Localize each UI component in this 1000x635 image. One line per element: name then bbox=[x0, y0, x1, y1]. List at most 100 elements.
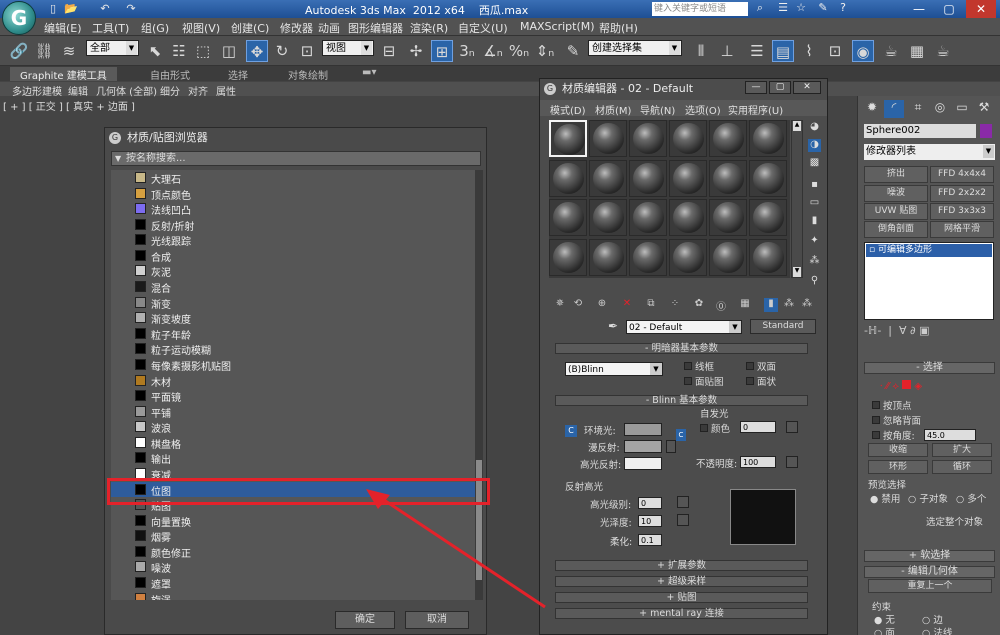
sample-slot[interactable] bbox=[549, 159, 587, 197]
loop-button[interactable]: 循环 bbox=[932, 460, 992, 474]
grow-button[interactable]: 扩大 bbox=[932, 443, 992, 457]
menu-help[interactable]: 帮助(H) bbox=[599, 20, 638, 36]
tab-selection[interactable]: 选择 bbox=[228, 67, 248, 82]
mod-ffd333-button[interactable]: FFD 3x3x3 bbox=[930, 203, 994, 220]
menu-tools[interactable]: 工具(T) bbox=[92, 20, 129, 36]
rendered-frame-icon[interactable]: ▦ bbox=[906, 40, 928, 62]
window-crossing-icon[interactable]: ◫ bbox=[218, 40, 240, 62]
mod-uvw-button[interactable]: UVW 贴图 bbox=[864, 203, 928, 220]
me-menu-modes[interactable]: 模式(D) bbox=[550, 102, 586, 117]
me-minimize-button[interactable]: — bbox=[745, 81, 767, 94]
hierarchy-tab-icon[interactable]: ⌗ bbox=[908, 100, 928, 118]
gloss-spinner[interactable]: 10 bbox=[638, 515, 662, 527]
subobject-level-icons[interactable]: ⸱ ⁄⁄ ⟡ ◈ bbox=[880, 378, 980, 392]
schematic-view-icon[interactable]: ⊡ bbox=[824, 40, 846, 62]
angle-snap-icon[interactable]: ∡ₙ bbox=[482, 40, 504, 62]
render-setup-icon[interactable]: ☕ bbox=[880, 40, 902, 62]
material-type-button[interactable]: Standard bbox=[750, 319, 816, 334]
open-file-icon[interactable]: 📂 bbox=[62, 2, 80, 16]
options-triangle-icon[interactable]: ▼ bbox=[115, 152, 121, 165]
preview-disabled-radio[interactable]: ● 禁用 bbox=[870, 491, 900, 505]
menu-customize[interactable]: 自定义(U) bbox=[458, 20, 508, 36]
show-end-result-icon[interactable]: ▮ bbox=[764, 298, 778, 312]
map-list-item[interactable]: 输出 bbox=[111, 450, 475, 466]
modify-tab-icon[interactable]: ◜ bbox=[884, 100, 904, 118]
slots-scrollbar[interactable]: ▲ ▼ bbox=[791, 120, 803, 278]
mod-noise-button[interactable]: 噪波 bbox=[864, 185, 928, 202]
create-tab-icon[interactable]: ✹ bbox=[862, 100, 882, 118]
sample-type-icon[interactable]: ◕ bbox=[808, 121, 821, 134]
menu-modifiers[interactable]: 修改器 bbox=[280, 20, 313, 36]
me-menu-navigation[interactable]: 导航(N) bbox=[640, 102, 675, 117]
mirror-icon[interactable]: ⫴ bbox=[690, 40, 712, 62]
me-maximize-button[interactable]: ▢ bbox=[769, 81, 791, 94]
panel-align[interactable]: 对齐 bbox=[188, 83, 208, 98]
snaps-toggle-icon[interactable]: 3ₙ bbox=[456, 40, 478, 62]
material-editor-icon[interactable]: ◉ bbox=[852, 40, 874, 62]
sample-slot[interactable] bbox=[629, 238, 667, 276]
gloss-map-button[interactable] bbox=[677, 514, 689, 526]
face-map-checkbox[interactable]: 面贴图 bbox=[684, 374, 724, 388]
tab-object-paint[interactable]: 对象绘制 bbox=[288, 67, 328, 82]
by-angle-checkbox[interactable]: 按角度: bbox=[872, 428, 915, 442]
uv-tiling-icon[interactable]: ▪ bbox=[808, 179, 821, 192]
diffuse-color-swatch[interactable] bbox=[624, 440, 662, 453]
put-to-library-icon[interactable]: ✿ bbox=[692, 298, 706, 312]
repeat-last-button[interactable]: 重复上一个 bbox=[868, 579, 992, 593]
selection-filter-dropdown[interactable]: 全部 ▼ bbox=[86, 40, 139, 56]
align-icon[interactable]: ⊥ bbox=[716, 40, 738, 62]
scale-icon[interactable]: ⊡ bbox=[296, 40, 318, 62]
map-list-item[interactable]: 大理石 bbox=[111, 170, 475, 186]
sample-slot[interactable] bbox=[749, 120, 787, 157]
video-color-check-icon[interactable]: ▭ bbox=[808, 197, 821, 210]
map-list-item[interactable]: 灰泥 bbox=[111, 263, 475, 279]
menu-group[interactable]: 组(G) bbox=[141, 20, 169, 36]
favorites-icon[interactable]: ✎ bbox=[815, 1, 831, 17]
constraint-edge-radio[interactable]: ○ 边 bbox=[922, 612, 943, 626]
preview-multi-radio[interactable]: ○ 多个 bbox=[956, 491, 986, 505]
stack-tools[interactable]: -ℍ- | ∀ ∂ ▣ bbox=[864, 324, 995, 340]
map-list-item[interactable]: 平铺 bbox=[111, 404, 475, 420]
map-list-item[interactable]: 波浪 bbox=[111, 419, 475, 435]
pivot-center-icon[interactable]: ⊟ bbox=[378, 40, 400, 62]
map-list-item[interactable]: 混合 bbox=[111, 279, 475, 295]
edit-named-selection-icon[interactable]: ✎ bbox=[562, 40, 584, 62]
subscription-icon[interactable]: ☰ bbox=[775, 1, 791, 17]
shrink-button[interactable]: 收缩 bbox=[868, 443, 928, 457]
panel-subdivision[interactable]: 细分 bbox=[160, 83, 180, 98]
help-search-input[interactable]: 键入关键字或短语 bbox=[652, 2, 748, 16]
get-material-icon[interactable]: ✵ bbox=[553, 298, 567, 312]
me-menu-material[interactable]: 材质(M) bbox=[595, 102, 631, 117]
bind-spacewarp-icon[interactable]: ≋ bbox=[58, 40, 80, 62]
map-list-item[interactable]: 每像素摄影机贴图 bbox=[111, 357, 475, 373]
make-unique-icon[interactable]: ⁘ bbox=[668, 298, 682, 312]
options-icon[interactable]: ✦ bbox=[808, 235, 821, 248]
select-manipulate-icon[interactable]: ✢ bbox=[405, 40, 427, 62]
close-button[interactable]: ✕ bbox=[966, 0, 996, 18]
sample-slot[interactable] bbox=[669, 159, 707, 197]
move-icon[interactable]: ✥ bbox=[246, 40, 268, 62]
material-id-icon[interactable]: ⓪ bbox=[714, 298, 728, 313]
map-list-item[interactable]: 粒子运动模糊 bbox=[111, 341, 475, 357]
curve-editor-icon[interactable]: ⌇ bbox=[798, 40, 820, 62]
map-list-item[interactable]: 光线跟踪 bbox=[111, 232, 475, 248]
map-list-item[interactable]: 木材 bbox=[111, 373, 475, 389]
keyboard-shortcut-override-icon[interactable]: ⊞ bbox=[431, 40, 453, 62]
rollout-supersampling[interactable]: + 超级采样 bbox=[555, 576, 808, 587]
map-list-item[interactable]: 反射/折射 bbox=[111, 217, 475, 233]
motion-tab-icon[interactable]: ◎ bbox=[930, 100, 950, 118]
menu-maxscript[interactable]: MAXScript(M) bbox=[520, 20, 595, 33]
specular-color-swatch[interactable] bbox=[624, 457, 662, 470]
backlight-icon[interactable]: ◑ bbox=[808, 139, 821, 152]
me-menu-utilities[interactable]: 实用程序(U) bbox=[728, 102, 783, 117]
sample-slot[interactable] bbox=[709, 159, 747, 197]
select-by-material-icon[interactable]: ⁂ bbox=[808, 255, 821, 268]
sample-slot[interactable] bbox=[749, 159, 787, 197]
ambient-color-swatch[interactable] bbox=[624, 423, 662, 436]
unlink-icon[interactable]: ⛓ bbox=[33, 40, 55, 62]
modifier-list-dropdown[interactable]: 修改器列表 ▼ bbox=[864, 144, 995, 160]
spinner-snap-icon[interactable]: ⇕ₙ bbox=[534, 40, 556, 62]
sample-slot[interactable] bbox=[549, 199, 587, 236]
help-icon[interactable]: ? bbox=[835, 1, 851, 17]
communication-icon[interactable]: ☆ bbox=[793, 1, 809, 17]
